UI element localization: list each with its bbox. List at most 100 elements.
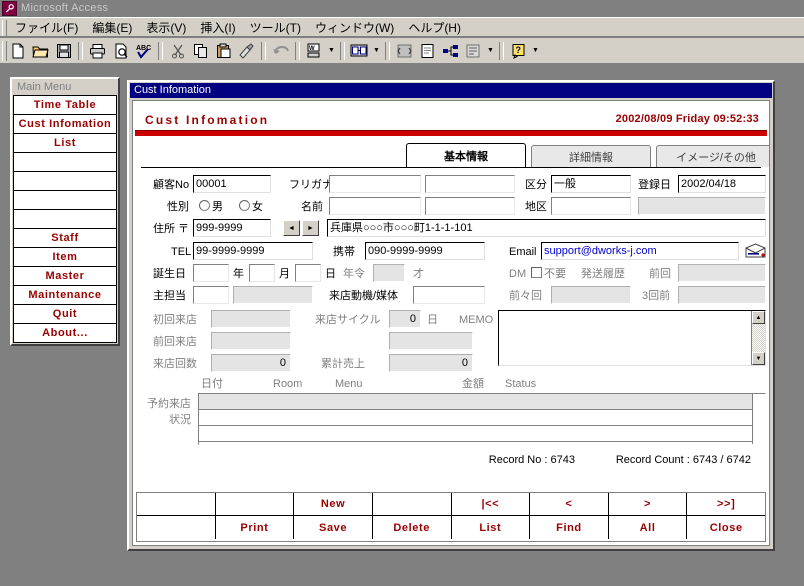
command-next-record-button[interactable]: > [608,493,688,516]
cust-no-input[interactable]: 00001 [193,175,271,193]
touroku-date-input[interactable]: 2002/04/18 [678,175,766,193]
analyze-dropdown-arrow[interactable]: ▼ [371,40,382,62]
menu-item-edit[interactable]: 編集(E) [85,17,139,38]
tab-basic-info[interactable]: 基本情報 [406,143,526,167]
address-input[interactable]: 兵庫県○○○市○○○町1-1-1-101 [327,219,766,237]
command-blank-4[interactable] [137,516,216,539]
label-cust-no: 顧客No [153,179,190,191]
new-object-dropdown-arrow[interactable]: ▼ [485,40,496,62]
command-blank-3[interactable] [372,493,452,516]
dm-fuyou-checkbox[interactable]: 不要 [531,267,566,281]
new-icon[interactable] [6,40,29,62]
command-prev-record-button[interactable]: < [530,493,609,516]
office-links-dropdown-arrow[interactable]: ▼ [326,40,337,62]
main-menu-item-blank-4[interactable] [13,209,117,228]
main-menu-item-blank-3[interactable] [13,190,117,209]
namae-input-2[interactable] [425,197,515,215]
undo-icon[interactable] [269,40,292,62]
office-links-icon[interactable]: W [303,40,326,62]
birth-day-input[interactable] [295,264,321,282]
memo-scroll-down-icon[interactable]: ▼ [752,352,765,365]
paste-icon[interactable] [212,40,235,62]
command-first-record-button[interactable]: |<< [451,493,531,516]
reservation-grid[interactable] [198,393,766,445]
analyze-icon[interactable] [348,40,371,62]
main-menu-item-about[interactable]: About... [13,323,117,343]
zip-prev-button[interactable]: ◄ [283,220,300,236]
dm-fuyou-label: 不要 [544,268,566,280]
menu-item-window[interactable]: ウィンドウ(W) [308,17,401,38]
tab-detail-info[interactable]: 詳細情報 [531,145,651,167]
birth-month-input[interactable] [249,264,275,282]
menu-item-view[interactable]: 表示(V) [139,17,193,38]
douki-input[interactable] [413,286,485,304]
format-painter-icon[interactable] [235,40,258,62]
tab-page-basic-info: 顧客No 00001 フリガナ 区分 一般 登録日 2002/04/18 性別 … [141,167,766,487]
birth-year-input[interactable] [193,264,229,282]
main-menu-item-quit[interactable]: Quit [13,304,117,323]
command-save-button[interactable]: Save [294,516,373,539]
cut-scissors-icon[interactable] [166,40,189,62]
table-row[interactable] [199,426,765,442]
code-icon[interactable] [393,40,416,62]
main-menu-item-list[interactable]: List [13,133,117,152]
memo-scroll-up-icon[interactable]: ▲ [752,311,765,324]
main-menu-item-cust-infomation[interactable]: Cust Infomation [13,114,117,133]
shu-tantou-input[interactable] [193,286,229,304]
memo-scroll-track[interactable] [752,324,765,352]
main-menu-item-time-table[interactable]: Time Table [13,95,117,114]
help-icon[interactable]: ? [507,40,530,62]
relationships-icon[interactable] [439,40,462,62]
menu-item-help[interactable]: ヘルプ(H) [401,17,468,38]
radio-male-circle[interactable] [199,200,210,211]
chiku-input[interactable] [551,197,631,215]
menu-item-tools[interactable]: ツール(T) [243,17,308,38]
email-input[interactable]: support@dworks-j.com [541,242,739,260]
main-menu-item-master[interactable]: Master [13,266,117,285]
command-blank-1[interactable] [137,493,216,516]
main-menu-item-maintenance[interactable]: Maintenance [13,285,117,304]
menu-item-file[interactable]: ファイル(F) [8,17,85,38]
properties-icon[interactable] [416,40,439,62]
command-new-button[interactable]: New [294,493,373,516]
print-preview-icon[interactable] [109,40,132,62]
send-mail-icon[interactable] [744,242,766,259]
print-icon[interactable] [86,40,109,62]
zip-input[interactable]: 999-9999 [193,219,271,237]
main-menu-item-blank-2[interactable] [13,171,117,190]
main-menu-item-item[interactable]: Item [13,247,117,266]
command-blank-2[interactable] [215,493,295,516]
main-menu-item-blank-1[interactable] [13,152,117,171]
save-disk-icon[interactable] [52,40,75,62]
namae-input-1[interactable] [329,197,421,215]
copy-icon[interactable] [189,40,212,62]
memo-scrollbar[interactable]: ▲ ▼ [751,311,765,365]
furigana-input-2[interactable] [425,175,515,193]
help-dropdown-arrow[interactable]: ▼ [530,40,541,62]
furigana-input-1[interactable] [329,175,421,193]
keitai-input[interactable]: 090-9999-9999 [365,242,485,260]
command-list-button[interactable]: List [451,516,531,539]
command-find-button[interactable]: Find [530,516,609,539]
radio-female[interactable]: 女 [239,200,263,214]
table-row[interactable] [199,394,765,410]
radio-female-circle[interactable] [239,200,250,211]
kubun-input[interactable]: 一般 [551,175,631,193]
tab-image-other[interactable]: イメージ/その他 [656,145,769,167]
command-close-button[interactable]: Close [687,516,765,539]
radio-male[interactable]: 男 [199,200,223,214]
new-object-icon[interactable] [462,40,485,62]
table-row[interactable] [199,410,765,426]
command-last-record-button[interactable]: >>] [687,493,765,516]
command-all-button[interactable]: All [608,516,688,539]
open-folder-icon[interactable] [29,40,52,62]
memo-textarea[interactable]: ▲ ▼ [498,310,766,366]
main-menu-item-staff[interactable]: Staff [13,228,117,247]
command-delete-button[interactable]: Delete [372,516,452,539]
tel-input[interactable]: 99-9999-9999 [193,242,313,260]
spelling-check-icon[interactable]: ABC [132,40,155,62]
command-print-button[interactable]: Print [215,516,295,539]
dm-fuyou-checkbox-box[interactable] [531,267,542,278]
zip-next-button[interactable]: ► [302,220,319,236]
menu-item-insert[interactable]: 挿入(I) [193,17,242,38]
